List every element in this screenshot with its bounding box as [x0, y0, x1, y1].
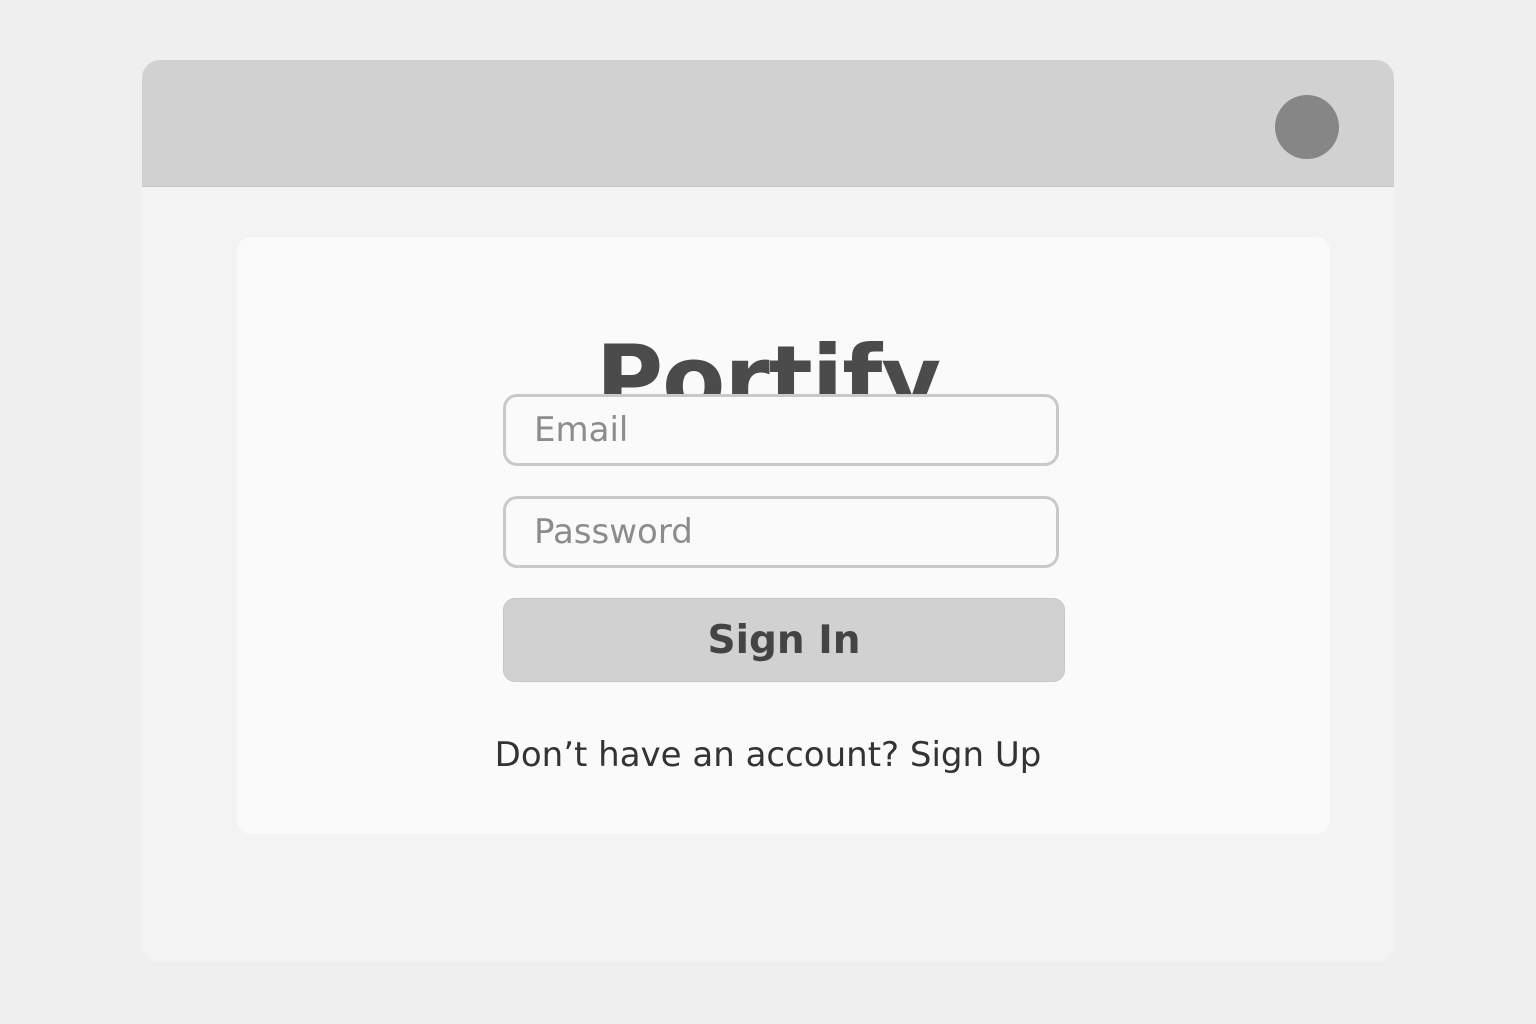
avatar-icon[interactable]	[1275, 95, 1339, 159]
sign-in-button[interactable]: Sign In	[503, 598, 1065, 682]
app-window: Portify Sign In Don’t have an account? S…	[142, 60, 1394, 962]
password-field[interactable]	[503, 496, 1059, 568]
sign-up-link[interactable]: Sign Up	[910, 735, 1041, 775]
signup-prompt: Don’t have an account? Sign Up	[142, 735, 1394, 775]
email-field[interactable]	[503, 394, 1059, 466]
signup-question: Don’t have an account?	[494, 735, 900, 775]
window-title-bar	[142, 60, 1394, 187]
